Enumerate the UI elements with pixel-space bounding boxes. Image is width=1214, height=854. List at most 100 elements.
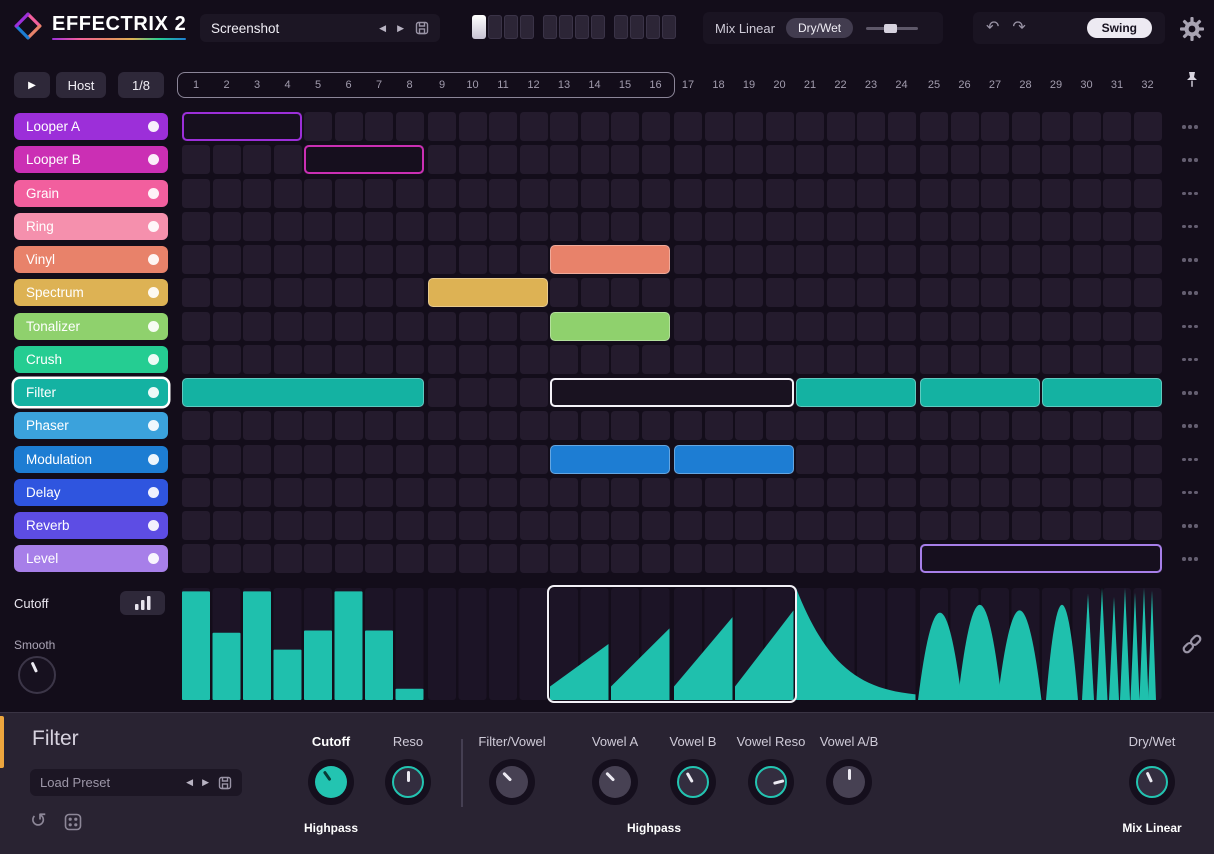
grid-cell[interactable]: [1011, 344, 1040, 374]
grid-cell[interactable]: [273, 245, 302, 274]
grid-cell[interactable]: [1011, 477, 1040, 507]
track-grain[interactable]: Grain: [14, 179, 168, 207]
grid-cell[interactable]: [887, 444, 916, 474]
grid-cell[interactable]: [674, 477, 702, 507]
grid-cell[interactable]: [1011, 178, 1040, 208]
grid-cell[interactable]: [273, 544, 302, 574]
row-menu-icon[interactable]: [1182, 357, 1198, 362]
grid-cell[interactable]: [735, 511, 763, 540]
grid-cell[interactable]: [1133, 477, 1162, 507]
grid-cell[interactable]: [212, 511, 241, 540]
grid-cell[interactable]: [212, 444, 241, 474]
settings-gear-icon[interactable]: [1179, 16, 1205, 42]
step-number-12[interactable]: 12: [520, 79, 548, 91]
grid-cell[interactable]: [395, 444, 424, 474]
grid-cell[interactable]: [365, 178, 393, 208]
grid-cell[interactable]: [920, 178, 948, 208]
grid-cell[interactable]: [365, 411, 393, 441]
grid-cell[interactable]: [519, 378, 548, 407]
grid-cell[interactable]: [1042, 477, 1070, 507]
effect-preset-prev-button[interactable]: ◀: [186, 778, 193, 787]
grid-cell[interactable]: [735, 344, 763, 374]
grid-cell[interactable]: [1042, 245, 1070, 274]
grid-cell[interactable]: [674, 344, 702, 374]
grid-cell[interactable]: [920, 344, 948, 374]
grid-cell[interactable]: [458, 145, 487, 175]
grid-cell[interactable]: [212, 278, 241, 308]
link-icon[interactable]: [1180, 632, 1204, 656]
grid-cell[interactable]: [704, 344, 733, 374]
grid-cell[interactable]: [920, 211, 948, 241]
grid-cell[interactable]: [458, 411, 487, 441]
grid-cell[interactable]: [857, 477, 885, 507]
grid-cell[interactable]: [458, 112, 487, 141]
grid-cell[interactable]: [182, 211, 210, 241]
grid-cell[interactable]: [1072, 511, 1101, 540]
step-block-modulation[interactable]: [674, 444, 794, 474]
preset-prev-button[interactable]: ◀: [379, 23, 386, 33]
grid-cell[interactable]: [981, 245, 1009, 274]
pattern-slot-7[interactable]: [575, 15, 589, 39]
grid-cell[interactable]: [304, 477, 332, 507]
pattern-slot-10[interactable]: [630, 15, 644, 39]
grid-cell[interactable]: [304, 511, 332, 540]
grid-cell[interactable]: [489, 511, 517, 540]
grid-cell[interactable]: [182, 344, 210, 374]
knob-dial[interactable]: [833, 766, 865, 798]
grid-cell[interactable]: [580, 477, 609, 507]
grid-cell[interactable]: [887, 477, 916, 507]
grid-cell[interactable]: [826, 178, 855, 208]
grid-cell[interactable]: [1072, 145, 1101, 175]
step-number-19[interactable]: 19: [735, 79, 763, 91]
grid-cell[interactable]: [212, 344, 241, 374]
grid-cell[interactable]: [887, 311, 916, 341]
knob-dial[interactable]: [496, 766, 528, 798]
track-state-dot[interactable]: [148, 353, 159, 365]
track-level[interactable]: Level: [14, 545, 168, 573]
grid-cell[interactable]: [704, 245, 733, 274]
grid-cell[interactable]: [674, 211, 702, 241]
grid-cell[interactable]: [796, 311, 824, 341]
grid-cell[interactable]: [550, 511, 578, 540]
grid-cell[interactable]: [887, 245, 916, 274]
grid-cell[interactable]: [950, 511, 979, 540]
grid-cell[interactable]: [641, 278, 670, 308]
track-filter[interactable]: Filter: [14, 379, 168, 406]
grid-cell[interactable]: [674, 145, 702, 175]
grid-cell[interactable]: [887, 145, 916, 175]
grid-cell[interactable]: [428, 112, 456, 141]
step-number-9[interactable]: 9: [428, 79, 456, 91]
row-menu-icon[interactable]: [1182, 490, 1198, 495]
grid-cell[interactable]: [857, 178, 885, 208]
step-number-27[interactable]: 27: [981, 79, 1009, 91]
grid-cell[interactable]: [611, 112, 639, 141]
grid-cell[interactable]: [887, 211, 916, 241]
grid-cell[interactable]: [857, 511, 885, 540]
grid-cell[interactable]: [674, 178, 702, 208]
step-block-looper-a[interactable]: [182, 112, 302, 141]
grid-cell[interactable]: [1133, 178, 1162, 208]
step-number-30[interactable]: 30: [1073, 79, 1101, 91]
grid-cell[interactable]: [674, 112, 702, 141]
grid-cell[interactable]: [887, 178, 916, 208]
track-state-dot[interactable]: [148, 420, 159, 432]
grid-cell[interactable]: [611, 511, 639, 540]
grid-cell[interactable]: [1133, 145, 1162, 175]
grid-cell[interactable]: [212, 178, 241, 208]
grid-cell[interactable]: [857, 544, 885, 574]
grid-cell[interactable]: [243, 511, 271, 540]
swing-button[interactable]: Swing: [1086, 18, 1152, 38]
grid-cell[interactable]: [1072, 344, 1101, 374]
grid-cell[interactable]: [1072, 311, 1101, 341]
step-block-modulation[interactable]: [550, 444, 670, 474]
grid-cell[interactable]: [1133, 444, 1162, 474]
track-tonalizer[interactable]: Tonalizer: [14, 312, 168, 340]
grid-cell[interactable]: [1133, 211, 1162, 241]
automation-lane[interactable]: [182, 588, 1166, 700]
grid-cell[interactable]: [857, 444, 885, 474]
track-looper-a[interactable]: Looper A: [14, 113, 168, 140]
grid-cell[interactable]: [641, 511, 670, 540]
step-number-14[interactable]: 14: [581, 79, 609, 91]
grid-cell[interactable]: [1103, 344, 1131, 374]
grid-cell[interactable]: [243, 245, 271, 274]
